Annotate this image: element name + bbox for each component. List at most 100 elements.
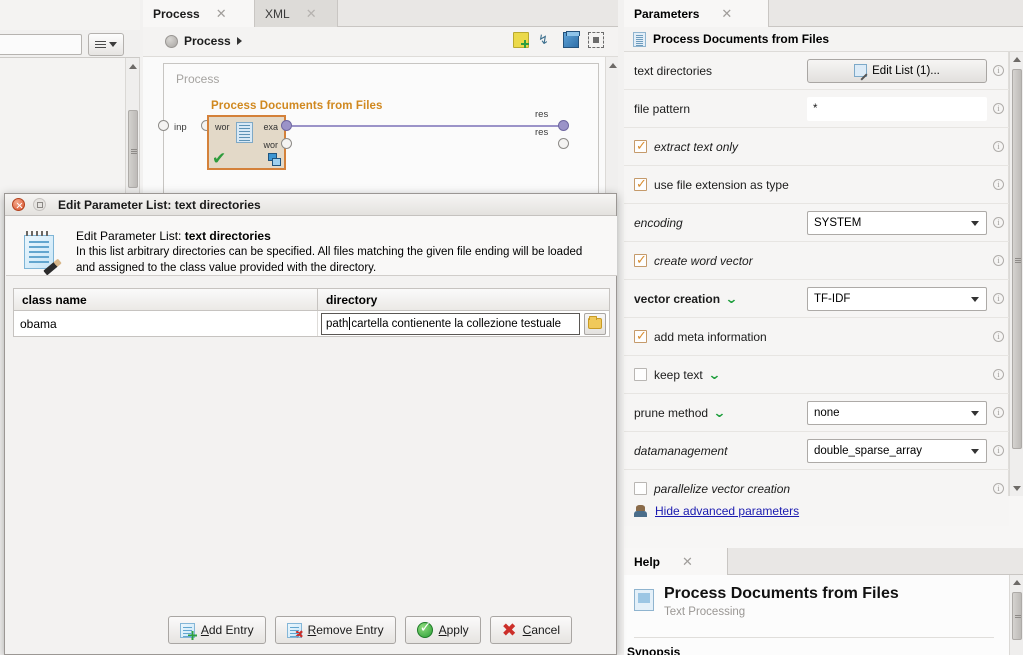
input-port-label: inp xyxy=(174,122,187,133)
info-icon[interactable]: i xyxy=(993,407,1004,418)
tab-parameters-label: Parameters xyxy=(634,6,700,21)
close-icon[interactable]: ✕ xyxy=(306,7,317,20)
process-canvas[interactable]: Process inp Process Documents from Files… xyxy=(143,57,618,200)
browse-directory-button[interactable] xyxy=(584,312,606,335)
close-icon[interactable]: ✕ xyxy=(682,555,693,568)
info-icon[interactable]: i xyxy=(993,255,1004,266)
info-icon[interactable]: i xyxy=(993,483,1004,494)
param-label: create word vector xyxy=(654,253,753,268)
info-icon[interactable]: i xyxy=(993,65,1004,76)
advanced-parameters-row: Hide advanced parameters xyxy=(624,496,1009,526)
info-icon[interactable]: i xyxy=(993,141,1004,152)
datamanagement-select[interactable]: double_sparse_array xyxy=(807,438,987,463)
parameters-scrollbar[interactable] xyxy=(1009,52,1023,496)
left-panel-scrollbar[interactable] xyxy=(125,58,139,200)
keep-text-checkbox[interactable] xyxy=(634,368,647,381)
dialog-titlebar[interactable]: Edit Parameter List: text directories xyxy=(5,194,616,216)
info-icon[interactable]: i xyxy=(993,103,1004,114)
info-icon[interactable]: i xyxy=(993,369,1004,380)
remove-entry-mnemonic: R xyxy=(307,623,317,637)
scrollbar-thumb[interactable] xyxy=(1012,592,1022,640)
panel-menu-button[interactable] xyxy=(88,33,124,56)
canvas-scrollbar[interactable] xyxy=(605,57,618,200)
info-icon[interactable]: i xyxy=(993,217,1004,228)
tab-help-label: Help xyxy=(634,554,661,569)
param-label-wrap: keep text ⌄ xyxy=(654,368,721,382)
param-row-keep-text: keep text ⌄ i xyxy=(624,356,1009,394)
encoding-select[interactable]: SYSTEM xyxy=(807,210,987,235)
param-label: use file extension as type xyxy=(654,177,789,192)
tab-xml[interactable]: XML ✕ xyxy=(255,0,338,27)
param-row-extract-text-only: extract text only i xyxy=(624,128,1009,166)
chevron-down-icon xyxy=(109,42,117,47)
scroll-up-arrow[interactable] xyxy=(127,60,139,73)
param-label-wrap: vector creation ⌄ xyxy=(634,292,738,306)
scroll-up-arrow[interactable] xyxy=(607,59,618,71)
prune-method-select[interactable]: none xyxy=(807,400,987,425)
extract-text-only-checkbox[interactable] xyxy=(634,138,647,154)
result-port-1[interactable] xyxy=(558,120,569,131)
maximize-icon[interactable] xyxy=(33,198,46,211)
help-scrollbar[interactable] xyxy=(1009,575,1023,655)
scrollbar-thumb[interactable] xyxy=(1012,69,1022,449)
create-word-vector-checkbox[interactable] xyxy=(634,252,647,268)
input-port[interactable] xyxy=(158,120,169,131)
search-input[interactable] xyxy=(0,34,82,55)
document-icon xyxy=(236,122,253,143)
param-label: text directories xyxy=(634,63,713,78)
close-icon[interactable]: ✕ xyxy=(216,7,227,20)
param-label: datamanagement xyxy=(634,443,728,458)
connect-ports-icon[interactable]: ↯ xyxy=(538,32,554,48)
result-port-2[interactable] xyxy=(558,138,569,149)
class-name-cell[interactable]: obama xyxy=(14,311,318,336)
parallelize-vector-creation-checkbox[interactable] xyxy=(634,482,647,495)
param-row-datamanagement: datamanagement double_sparse_array i xyxy=(624,432,1009,470)
expert-chevron-icon: ⌄ xyxy=(712,405,727,420)
hide-advanced-parameters-link[interactable]: Hide advanced parameters xyxy=(655,504,799,518)
add-entry-button[interactable]: Add Entry xyxy=(167,616,266,644)
info-icon[interactable]: i xyxy=(993,179,1004,190)
close-icon[interactable]: ✕ xyxy=(721,7,732,20)
operator-output-port-exa[interactable] xyxy=(281,120,292,131)
info-icon[interactable]: i xyxy=(993,445,1004,456)
scroll-down-arrow[interactable] xyxy=(1010,481,1023,496)
edit-list-button[interactable]: Edit List (1)... xyxy=(807,58,987,83)
operator-node[interactable]: wor exa wor ✔ xyxy=(207,115,286,170)
add-entry-icon xyxy=(179,622,197,640)
param-label: add meta information xyxy=(654,329,767,344)
cancel-button[interactable]: ✖ Cancel xyxy=(489,616,572,644)
tab-xml-label: XML xyxy=(265,6,290,21)
directory-input[interactable]: path cartella contienente la collezione t… xyxy=(321,312,580,335)
use-file-extension-as-type-checkbox[interactable] xyxy=(634,176,647,192)
datamanagement-value: double_sparse_array xyxy=(814,444,923,457)
auto-fit-icon[interactable] xyxy=(588,32,604,48)
scroll-up-arrow[interactable] xyxy=(1010,575,1023,590)
info-icon[interactable]: i xyxy=(993,331,1004,342)
edit-parameter-list-dialog: Edit Parameter List: text directories Ed… xyxy=(4,193,617,655)
tab-process[interactable]: Process ✕ xyxy=(143,0,255,27)
new-note-icon[interactable] xyxy=(513,32,529,48)
remove-entry-button[interactable]: ✖ Remove Entry xyxy=(274,616,396,644)
left-panel-body xyxy=(0,58,140,200)
apply-button[interactable]: Apply xyxy=(404,616,481,644)
operator-output-port-wor[interactable] xyxy=(281,138,292,149)
process-frame: Process inp Process Documents from Files… xyxy=(158,63,599,200)
vector-creation-select[interactable]: TF-IDF xyxy=(807,286,987,311)
parameters-operator-title: Process Documents from Files xyxy=(653,32,830,46)
help-header: Process Documents from Files Text Proces… xyxy=(634,585,899,618)
close-icon[interactable] xyxy=(12,198,25,211)
tab-help[interactable]: Help ✕ xyxy=(624,548,728,575)
add-subprocess-icon[interactable] xyxy=(563,31,580,48)
vector-creation-value: TF-IDF xyxy=(814,292,851,305)
add-meta-information-checkbox[interactable] xyxy=(634,328,647,344)
directory-value-after-caret: cartella contienente la collezione testu… xyxy=(351,317,562,330)
file-pattern-input[interactable]: * xyxy=(807,96,987,121)
breadcrumb[interactable]: Process xyxy=(165,34,242,48)
scrollbar-thumb[interactable] xyxy=(128,110,138,188)
tab-parameters[interactable]: Parameters ✕ xyxy=(624,0,769,27)
tab-process-label: Process xyxy=(153,6,200,21)
info-icon[interactable]: i xyxy=(993,293,1004,304)
param-row-use-file-extension-as-type: use file extension as type i xyxy=(624,166,1009,204)
process-root-icon xyxy=(165,34,178,48)
scroll-up-arrow[interactable] xyxy=(1010,52,1023,67)
